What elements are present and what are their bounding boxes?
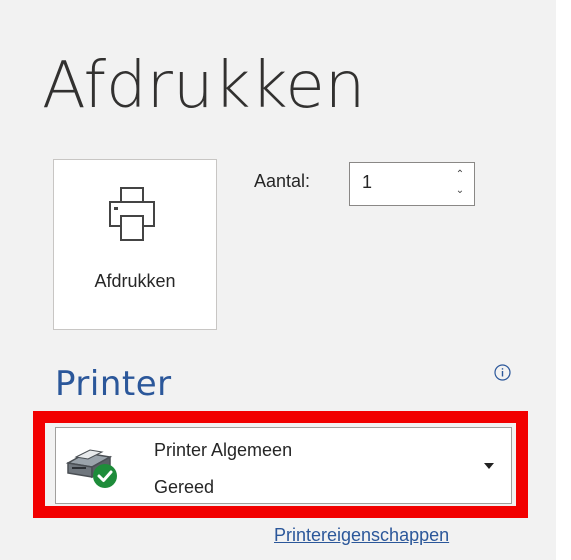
printer-icon bbox=[109, 187, 155, 241]
window-edge bbox=[556, 0, 571, 560]
page-title: Afdrukken bbox=[42, 49, 366, 123]
copies-label: Aantal: bbox=[254, 171, 311, 191]
chevron-down-icon[interactable]: ⌄ bbox=[453, 184, 467, 198]
copies-stepper[interactable]: ⌃ ⌄ bbox=[349, 162, 475, 206]
printer-name: Printer Algemeen bbox=[154, 440, 293, 460]
print-button-label: Afdrukken bbox=[94, 271, 176, 291]
printer-properties-link[interactable]: Printereigenschappen bbox=[274, 525, 449, 546]
chevron-up-icon[interactable]: ⌃ bbox=[453, 168, 467, 182]
print-button[interactable]: Afdrukken bbox=[53, 159, 217, 330]
printer-status: Gereed bbox=[154, 477, 215, 497]
dropdown-caret-icon[interactable] bbox=[483, 462, 495, 470]
printer-select[interactable]: Printer Algemeen Gereed bbox=[55, 427, 512, 504]
printer-ready-icon bbox=[65, 449, 117, 488]
copies-input[interactable] bbox=[362, 172, 442, 193]
info-icon[interactable] bbox=[494, 364, 511, 381]
printer-section-heading: Printer bbox=[55, 364, 172, 404]
